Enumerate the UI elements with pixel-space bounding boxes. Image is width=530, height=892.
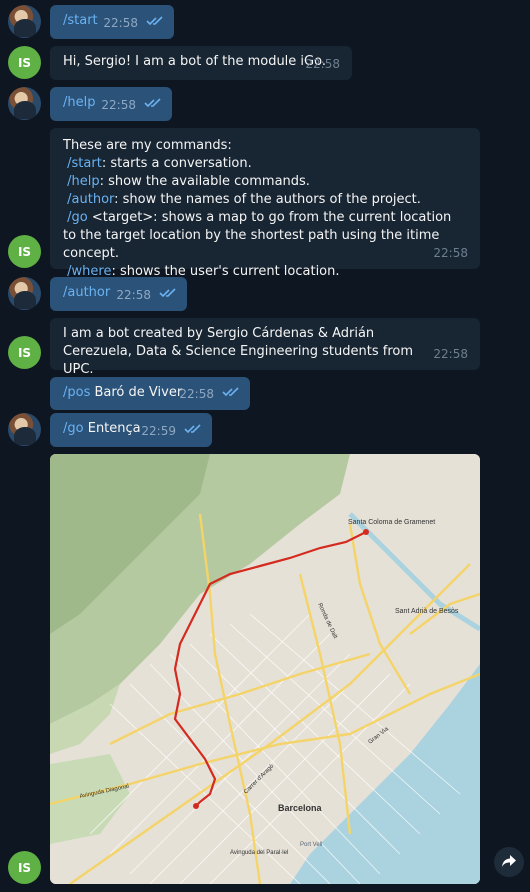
map-label-port-vell: Port Vell (300, 842, 322, 848)
message-time: 22:58 (179, 387, 214, 401)
command-link[interactable]: /pos (63, 385, 90, 400)
double-check-icon (144, 96, 162, 114)
command-line: /help: show the available commands. (67, 174, 310, 189)
bot-avatar[interactable]: IS (8, 851, 41, 884)
map-label-santa-coloma: Santa Coloma de Gramenet (348, 519, 435, 526)
incoming-message[interactable]: Hi, Sergio! I am a bot of the module iGo… (50, 46, 352, 80)
double-check-icon (184, 422, 202, 440)
message-text: Entença (83, 421, 141, 436)
bot-avatar[interactable]: IS (8, 235, 41, 268)
share-button[interactable] (494, 847, 524, 877)
outgoing-message[interactable]: /start 22:58 (50, 5, 174, 39)
incoming-message[interactable]: I am a bot created by Sergio Cárdenas & … (50, 318, 480, 377)
route-start-marker (363, 529, 369, 535)
map-canvas: Santa Coloma de Gramenet Sant Adrià de B… (50, 454, 480, 884)
command-link[interactable]: /help (67, 174, 99, 189)
command-link[interactable]: /help (63, 95, 95, 110)
message-time: 22:58 (103, 16, 138, 30)
message-row: IS I am a bot created by Sergio Cárdenas… (0, 317, 530, 377)
command-link[interactable]: /author (63, 285, 110, 300)
command-link[interactable]: /start (67, 156, 102, 171)
command-link[interactable]: /author (67, 192, 114, 207)
outgoing-message[interactable]: /help 22:58 (50, 87, 172, 121)
command-link[interactable]: /start (63, 13, 98, 28)
outgoing-message[interactable]: /pos Baró de Viver 22:58 (50, 377, 250, 410)
share-icon (501, 853, 517, 872)
message-row: /start 22:58 (0, 4, 530, 40)
map-label-barcelona: Barcelona (278, 803, 323, 813)
bot-avatar[interactable]: IS (8, 336, 41, 369)
message-row: /go Entença 22:59 (0, 412, 530, 448)
message-time: 22:59 (141, 424, 176, 438)
message-text: These are my commands: (63, 138, 232, 153)
command-link[interactable]: /go (67, 210, 88, 225)
command-line: /go <target>: shows a map to go from the… (63, 210, 452, 261)
bot-avatar[interactable]: IS (8, 46, 41, 79)
message-row: /author 22:58 (0, 276, 530, 312)
message-row: /pos Baró de Viver 22:58 (0, 377, 530, 413)
user-avatar[interactable] (8, 87, 41, 120)
message-time: 22:58 (101, 98, 136, 112)
outgoing-message[interactable]: /go Entença 22:59 (50, 413, 212, 447)
map-label-parallel: Avinguda del Paral·lel (230, 850, 288, 856)
incoming-message[interactable]: These are my commands: /start: starts a … (50, 128, 480, 279)
map-label-sant-adria: Sant Adrià de Besòs (395, 608, 459, 615)
message-row: IS Hi, Sergio! I am a bot of the module … (0, 45, 530, 81)
message-row: /help 22:58 (0, 86, 530, 122)
route-end-marker (193, 803, 199, 809)
double-check-icon (159, 286, 177, 304)
double-check-icon (146, 14, 164, 32)
route-map-image[interactable]: Santa Coloma de Gramenet Sant Adrià de B… (50, 454, 480, 884)
command-line: /author: show the names of the authors o… (67, 192, 421, 207)
user-avatar[interactable] (8, 413, 41, 446)
message-row: IS These are my commands: /start: starts… (0, 127, 530, 279)
message-time: 22:58 (116, 288, 151, 302)
message-time: 22:58 (433, 347, 468, 361)
command-line: /start: starts a conversation. (67, 156, 252, 171)
user-avatar[interactable] (8, 277, 41, 310)
outgoing-message[interactable]: /author 22:58 (50, 277, 187, 311)
message-text: Hi, Sergio! I am a bot of the module iGo… (63, 54, 326, 69)
message-text: I am a bot created by Sergio Cárdenas & … (63, 326, 413, 377)
user-avatar[interactable] (8, 5, 41, 38)
command-link[interactable]: /go (63, 421, 84, 436)
message-time: 22:58 (433, 246, 468, 260)
double-check-icon (222, 385, 240, 403)
message-time: 22:58 (305, 57, 340, 71)
message-text: Baró de Viver (90, 385, 183, 400)
